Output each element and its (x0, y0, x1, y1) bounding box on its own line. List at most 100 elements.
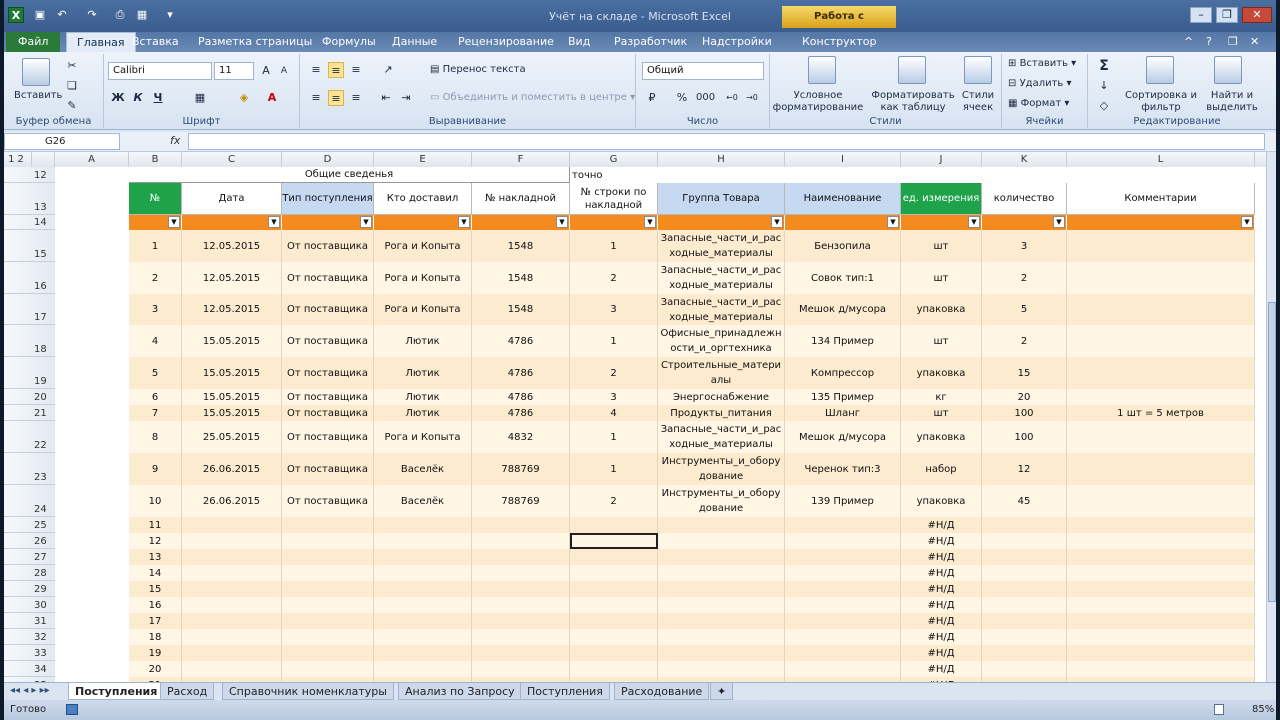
cell-B31[interactable]: 17 (129, 613, 182, 629)
cell-J19[interactable]: упаковка (901, 357, 982, 389)
cell-B29[interactable]: 15 (129, 581, 182, 597)
cell-L33[interactable] (1067, 645, 1255, 661)
cell-E26[interactable] (374, 533, 472, 549)
cell-E19[interactable]: Лютик (374, 357, 472, 389)
cell-G18[interactable]: 1 (570, 325, 658, 357)
cell-H24[interactable]: Инструменты_и_оборудование (658, 485, 785, 517)
table-header-G[interactable]: № строки по накладной (570, 183, 658, 215)
row-header-25[interactable]: 25 (4, 517, 55, 533)
cell-L34[interactable] (1067, 661, 1255, 677)
align-bottom-icon[interactable]: ≡ (348, 62, 364, 78)
tab-3[interactable]: Разметка страницы (198, 32, 312, 52)
cell-F27[interactable] (472, 549, 570, 565)
paste-icon[interactable] (22, 58, 50, 86)
cell-H18[interactable]: Офисные_принадлежности_и_оргтехника (658, 325, 785, 357)
sheet-tab-2[interactable]: Справочник номенклатуры (222, 683, 394, 700)
cell-C16[interactable]: 12.05.2015 (182, 262, 282, 294)
cell-B26[interactable]: 12 (129, 533, 182, 549)
sheet-tab-0[interactable]: Поступления (68, 683, 165, 700)
cell-J28[interactable]: #Н/Д (901, 565, 982, 581)
fill-color-icon[interactable]: ◈ (236, 90, 252, 106)
cell-C15[interactable]: 12.05.2015 (182, 230, 282, 262)
cell-E15[interactable]: Рога и Копыта (374, 230, 472, 262)
cell-C25[interactable] (182, 517, 282, 533)
row-header-14[interactable]: 14 (4, 215, 55, 230)
row-header-17[interactable]: 17 (4, 294, 55, 325)
cell-G33[interactable] (570, 645, 658, 661)
column-header-K[interactable]: K (982, 152, 1067, 167)
filter-dropdown-icon[interactable]: ▼ (458, 216, 470, 228)
cell-H34[interactable] (658, 661, 785, 677)
filter-dropdown-icon[interactable]: ▼ (771, 216, 783, 228)
tab-8[interactable]: Разработчик (614, 32, 687, 52)
cell-J22[interactable]: упаковка (901, 421, 982, 453)
shrink-font-icon[interactable]: A (276, 63, 292, 79)
row-header-34[interactable]: 34 (4, 661, 55, 677)
cell-B33[interactable]: 19 (129, 645, 182, 661)
cell-B25[interactable]: 11 (129, 517, 182, 533)
sheet-nav-icon[interactable]: ◂◂ ◂ ▸ ▸▸ (10, 685, 50, 696)
cell-D31[interactable] (282, 613, 374, 629)
cell-E27[interactable] (374, 549, 472, 565)
cell-J32[interactable]: #Н/Д (901, 629, 982, 645)
table-header-E[interactable]: Кто доставил (374, 183, 472, 215)
row-header-26[interactable]: 26 (4, 533, 55, 549)
copy-icon[interactable]: ❏ (64, 78, 80, 94)
cell-B30[interactable]: 16 (129, 597, 182, 613)
cell-K24[interactable]: 45 (982, 485, 1067, 517)
cell-I33[interactable] (785, 645, 901, 661)
scroll-thumb[interactable] (1268, 302, 1276, 602)
formula-input[interactable] (188, 133, 1265, 150)
cell-I23[interactable]: Черенок тип:3 (785, 453, 901, 485)
ribbon-minimize-icon[interactable]: ? (1206, 32, 1212, 52)
cell-I29[interactable] (785, 581, 901, 597)
cell-K27[interactable] (982, 549, 1067, 565)
cell-E22[interactable]: Рога и Копыта (374, 421, 472, 453)
cell-F28[interactable] (472, 565, 570, 581)
find-select-button[interactable]: Найти и выделить (1204, 90, 1260, 114)
tab-0[interactable]: Файл (6, 32, 61, 52)
cell-D33[interactable] (282, 645, 374, 661)
cell-J31[interactable]: #Н/Д (901, 613, 982, 629)
cell-D32[interactable] (282, 629, 374, 645)
cell-F22[interactable]: 4832 (472, 421, 570, 453)
cell-H29[interactable] (658, 581, 785, 597)
cell-C24[interactable]: 26.06.2015 (182, 485, 282, 517)
row-header-18[interactable]: 18 (4, 325, 55, 357)
cell-C26[interactable] (182, 533, 282, 549)
currency-icon[interactable]: ₽ (644, 90, 660, 106)
cell-F15[interactable]: 1548 (472, 230, 570, 262)
font-color-button[interactable]: A (264, 90, 280, 106)
cell-G30[interactable] (570, 597, 658, 613)
cell-D19[interactable]: От поставщика (282, 357, 374, 389)
cell-G25[interactable] (570, 517, 658, 533)
cell-L16[interactable] (1067, 262, 1255, 294)
format-as-table-button[interactable]: Форматировать как таблицу (870, 90, 956, 114)
cell-E30[interactable] (374, 597, 472, 613)
cell-I20[interactable]: 135 Пример (785, 389, 901, 405)
cell-I34[interactable] (785, 661, 901, 677)
cell-K17[interactable]: 5 (982, 294, 1067, 325)
cell-J24[interactable]: упаковка (901, 485, 982, 517)
align-top-icon[interactable]: ≡ (308, 62, 324, 78)
cell-F20[interactable]: 4786 (472, 389, 570, 405)
cell-C20[interactable]: 15.05.2015 (182, 389, 282, 405)
cell-styles-button[interactable]: Стили ячеек (958, 90, 998, 114)
cell-B20[interactable]: 6 (129, 389, 182, 405)
cell-C34[interactable] (182, 661, 282, 677)
format-painter-icon[interactable]: ✎ (64, 98, 80, 114)
cell-K26[interactable] (982, 533, 1067, 549)
decrease-decimal-icon[interactable]: →0 (744, 90, 760, 106)
cell-C29[interactable] (182, 581, 282, 597)
cell-C21[interactable]: 15.05.2015 (182, 405, 282, 421)
cell-J25[interactable]: #Н/Д (901, 517, 982, 533)
filter-dropdown-icon[interactable]: ▼ (268, 216, 280, 228)
table-header-I[interactable]: Наименование (785, 183, 901, 215)
cell-C17[interactable]: 12.05.2015 (182, 294, 282, 325)
cell-K33[interactable] (982, 645, 1067, 661)
cell-L22[interactable] (1067, 421, 1255, 453)
column-header-G[interactable]: G (570, 152, 658, 167)
cell-K23[interactable]: 12 (982, 453, 1067, 485)
number-format-select[interactable]: Общий (642, 62, 764, 80)
cell-D22[interactable]: От поставщика (282, 421, 374, 453)
